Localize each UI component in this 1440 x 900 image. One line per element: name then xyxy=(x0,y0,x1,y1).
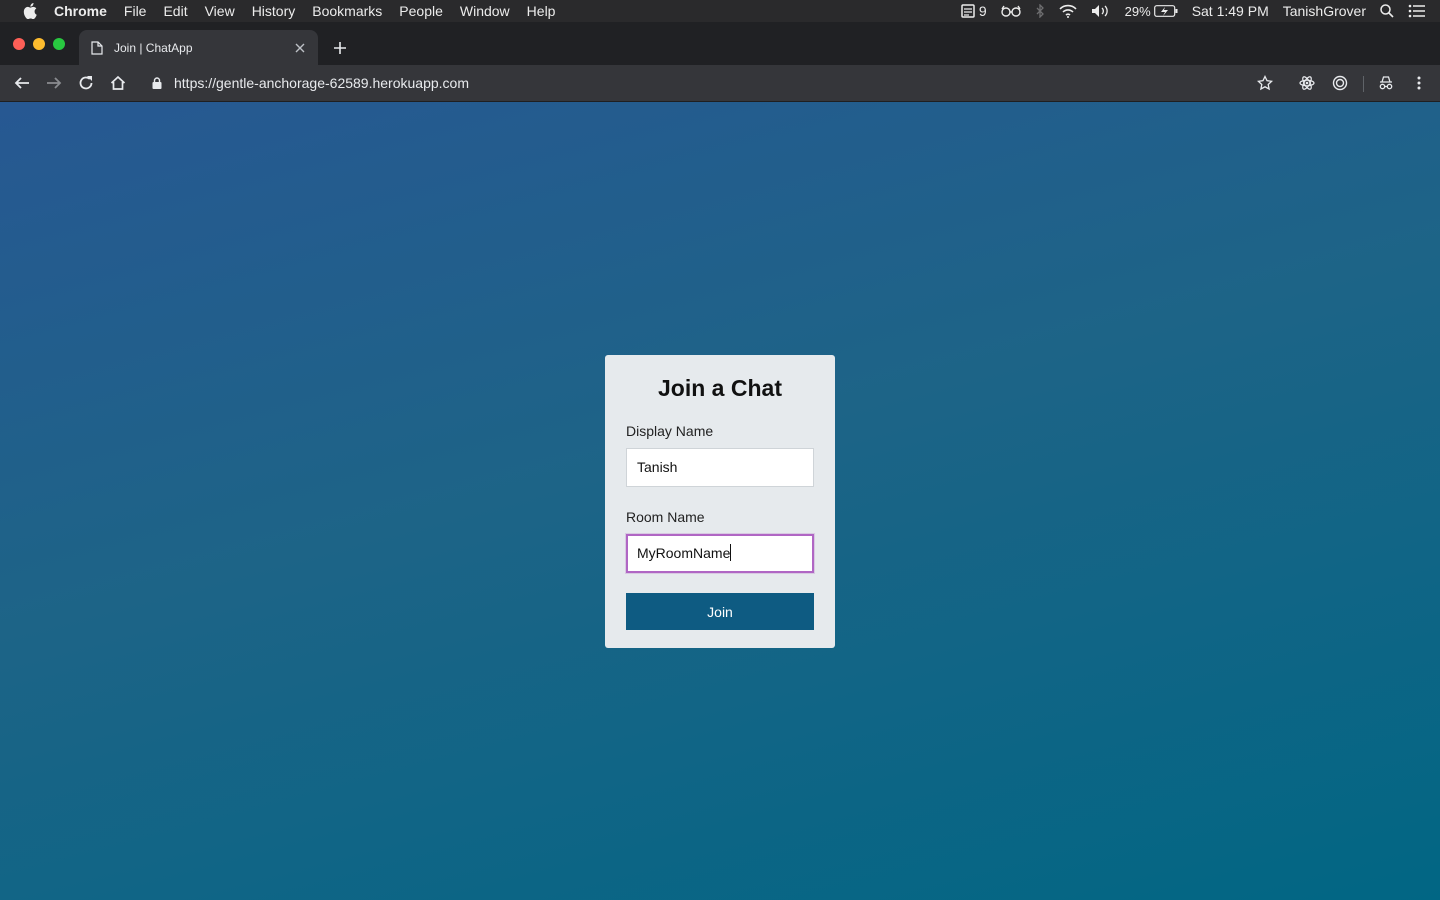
browser-toolbar: https://gentle-anchorage-62589.herokuapp… xyxy=(0,65,1440,102)
volume-icon[interactable] xyxy=(1091,4,1111,18)
arrow-right-icon xyxy=(47,77,62,89)
menu-help[interactable]: Help xyxy=(527,3,556,19)
home-button[interactable] xyxy=(108,73,128,93)
clock[interactable]: Sat 1:49 PM xyxy=(1192,3,1269,19)
display-name-input[interactable]: Tanish xyxy=(626,448,814,487)
menu-app-name[interactable]: Chrome xyxy=(54,3,107,19)
tab-strip: Join | ChatApp xyxy=(0,22,1440,65)
window-minimize-button[interactable] xyxy=(33,38,45,50)
notes-icon xyxy=(961,4,975,18)
forward-button[interactable] xyxy=(44,73,64,93)
room-name-input[interactable]: MyRoomName xyxy=(626,534,814,573)
home-icon xyxy=(110,75,126,90)
user-name[interactable]: TanishGrover xyxy=(1283,3,1366,19)
page-background: Join a Chat Display Name Tanish Room Nam… xyxy=(0,102,1440,900)
bookmark-star-button[interactable] xyxy=(1255,73,1275,93)
tab-title: Join | ChatApp xyxy=(114,40,193,55)
new-tab-button[interactable] xyxy=(330,38,350,58)
apple-icon[interactable] xyxy=(20,0,40,22)
lock-icon xyxy=(152,76,166,90)
reload-button[interactable] xyxy=(76,73,96,93)
menu-window[interactable]: Window xyxy=(460,3,510,19)
toolbar-separator xyxy=(1363,76,1364,92)
atom-icon xyxy=(1299,76,1315,90)
menu-file[interactable]: File xyxy=(124,3,147,19)
form-heading: Join a Chat xyxy=(658,375,782,401)
display-name-label: Display Name xyxy=(626,423,714,439)
target-circle-icon xyxy=(1332,75,1348,91)
notes-status-item[interactable]: 9 xyxy=(961,3,987,19)
more-vertical-icon xyxy=(1417,76,1421,90)
menu-bar: Chrome File Edit View History Bookmarks … xyxy=(0,0,1440,22)
page-document-icon xyxy=(91,40,105,56)
tab-close-icon[interactable] xyxy=(292,40,308,56)
battery-status[interactable]: 29% xyxy=(1125,4,1178,19)
extension-react-devtools-button[interactable] xyxy=(1297,73,1317,93)
notification-center-icon[interactable] xyxy=(1408,4,1426,18)
window-zoom-button[interactable] xyxy=(53,38,65,50)
star-icon xyxy=(1257,75,1273,91)
window-close-button[interactable] xyxy=(13,38,25,50)
room-name-value: MyRoomName xyxy=(637,545,731,561)
incognito-profile-button[interactable] xyxy=(1376,73,1396,93)
menu-history[interactable]: History xyxy=(252,3,296,19)
display-name-value: Tanish xyxy=(637,459,678,475)
bluetooth-icon[interactable] xyxy=(1035,4,1045,18)
plus-icon xyxy=(334,42,346,54)
join-chat-form: Join a Chat Display Name Tanish Room Nam… xyxy=(605,355,835,648)
back-button[interactable] xyxy=(12,73,32,93)
menu-bookmarks[interactable]: Bookmarks xyxy=(312,3,382,19)
tab-active[interactable]: Join | ChatApp xyxy=(79,30,318,65)
wifi-icon[interactable] xyxy=(1059,4,1077,18)
url-text[interactable]: https://gentle-anchorage-62589.herokuapp… xyxy=(174,75,469,91)
battery-percent: 29% xyxy=(1124,3,1151,19)
address-bar[interactable]: https://gentle-anchorage-62589.herokuapp… xyxy=(140,68,1290,98)
menu-view[interactable]: View xyxy=(205,3,235,19)
chrome-menu-button[interactable] xyxy=(1409,73,1429,93)
join-button[interactable]: Join xyxy=(626,593,814,630)
incognito-icon xyxy=(1379,76,1393,90)
notification-count: 9 xyxy=(978,3,987,19)
arrow-left-icon xyxy=(14,77,29,89)
menu-people[interactable]: People xyxy=(399,3,443,19)
spotlight-search-icon[interactable] xyxy=(1380,4,1394,18)
text-caret xyxy=(730,544,732,561)
room-name-label: Room Name xyxy=(626,509,705,525)
glasses-icon[interactable] xyxy=(1000,5,1021,17)
menu-edit[interactable]: Edit xyxy=(163,3,187,19)
extension-circle-button[interactable] xyxy=(1330,73,1350,93)
reload-icon xyxy=(79,76,93,90)
battery-charging-icon xyxy=(1153,5,1178,17)
